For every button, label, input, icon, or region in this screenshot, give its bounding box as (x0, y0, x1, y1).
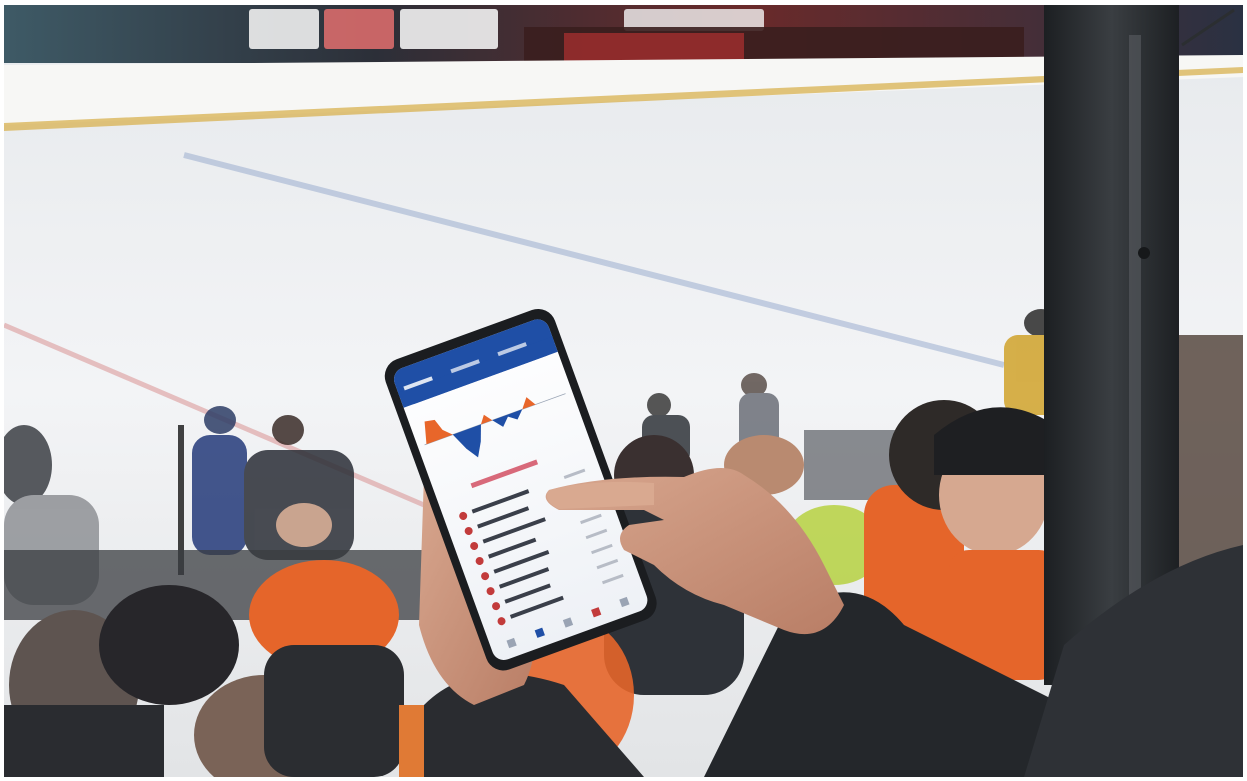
ad-board-red (564, 33, 744, 61)
photo-frame (4, 5, 1243, 777)
scoreboard-banner-1 (249, 9, 319, 49)
scoreboard-banner-2 (324, 9, 394, 49)
post-bolt (1138, 247, 1150, 259)
scoreboard-banner-3 (400, 9, 498, 49)
hockey-arena-photo (4, 5, 1243, 777)
post-edge (1129, 35, 1141, 675)
